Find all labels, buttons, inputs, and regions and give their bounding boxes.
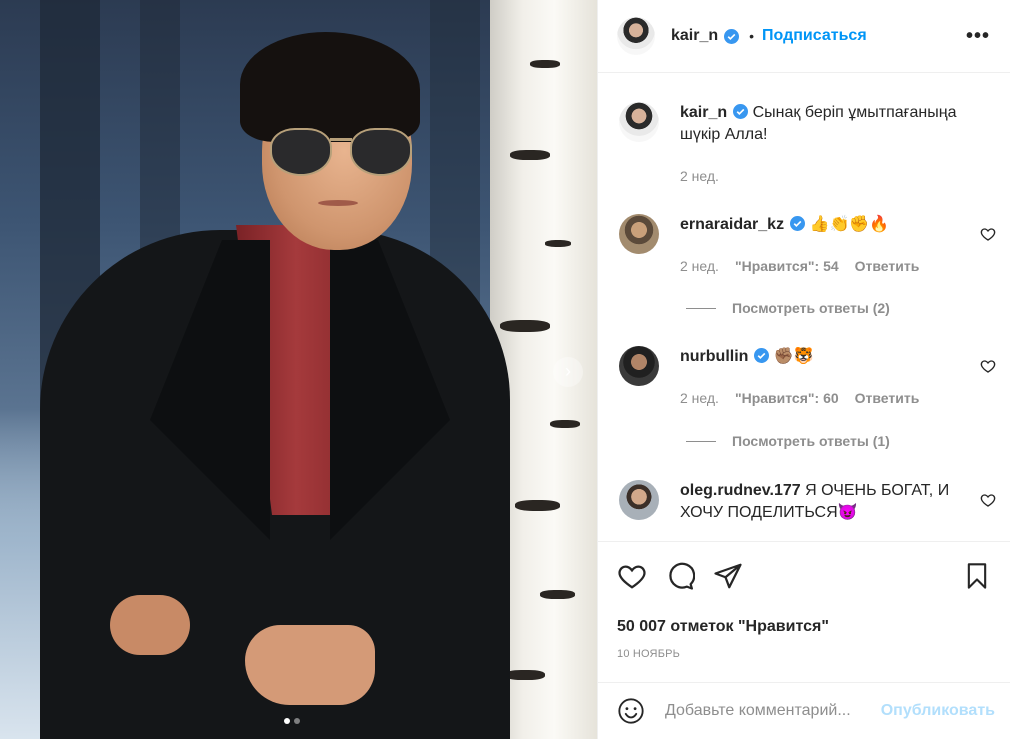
sunglasses [270,128,416,180]
separator-dot: • [749,28,755,44]
comment-meta: 2 нед. "Нравится": 60 Ответить [680,390,919,406]
view-replies-label: Посмотреть ответы (1) [732,433,890,449]
reply-button[interactable]: Ответить [855,258,920,274]
like-heart-icon[interactable] [617,561,647,591]
comment-bubble-icon[interactable] [665,561,695,591]
comment-likes[interactable]: "Нравится": 60 [735,390,839,406]
publish-button[interactable]: Опубликовать [881,702,995,720]
verified-badge-icon [733,104,749,119]
post-actions: 50 007 отметок "Нравится" 10 НОЯБРЬ [598,541,1010,660]
view-replies-button[interactable]: Посмотреть ответы (2) [686,300,890,316]
next-slide-chevron-icon[interactable]: › [553,357,583,387]
comment: oleg.rudnev.177 Я ОЧЕНЬ БОГАТ, И ХОЧУ ПО… [619,480,999,530]
verified-badge-icon [724,28,740,44]
comment: ernaraidar_kz 👍👏✊🔥 2 нед. "Нравится": 54 О… [619,214,999,274]
verified-badge-icon [790,216,806,231]
share-paper-plane-icon[interactable] [713,561,743,591]
comment-username[interactable]: nurbullin [680,348,748,365]
carousel-dot-active [284,718,290,724]
emoji-smiley-icon[interactable] [617,697,645,725]
author-username[interactable]: kair_n [671,27,718,45]
like-comment-heart-icon[interactable] [980,358,996,374]
mouth [318,200,358,206]
reply-button[interactable]: Ответить [855,390,920,406]
comment-username[interactable]: ernaraidar_kz [680,216,784,233]
commenter-avatar[interactable] [619,214,659,254]
hand [245,625,375,705]
hair [240,32,420,142]
verified-badge-icon [754,348,770,363]
likes-count[interactable]: 50 007 отметок "Нравится" [617,618,991,636]
save-bookmark-icon[interactable] [963,561,991,591]
commenter-avatar[interactable] [619,346,659,386]
comment-username[interactable]: oleg.rudnev.177 [680,482,801,499]
comment-input[interactable] [665,702,881,720]
comment-text: ✊🏽🐯 [773,348,814,365]
author-avatar[interactable] [619,102,659,142]
comments-list[interactable]: kair_n Сынақ беріп ұмытпағаныңа шүкір Ал… [598,74,1010,541]
caption-username[interactable]: kair_n [680,104,727,121]
view-replies-button[interactable]: Посмотреть ответы (1) [686,433,890,449]
hand [110,595,190,655]
caption: kair_n Сынақ беріп ұмытпағаныңа шүкір Ал… [619,102,999,192]
add-comment-bar: Опубликовать [598,682,1010,739]
post-header: kair_n • Подписаться ••• [598,0,1010,73]
like-comment-heart-icon[interactable] [980,492,996,508]
view-replies-label: Посмотреть ответы (2) [732,300,890,316]
comment-time[interactable]: 2 нед. [680,258,719,274]
comment-text: 👍👏✊🔥 [809,216,890,233]
replies-divider [686,307,716,309]
post-side-panel: kair_n • Подписаться ••• kair_n Сынақ бе… [597,0,1010,739]
replies-divider [686,440,716,442]
carousel-indicator [284,718,300,724]
caption-time[interactable]: 2 нед. [680,168,719,184]
more-options-icon[interactable]: ••• [966,25,990,48]
carousel-dot [294,718,300,724]
post-photo[interactable]: › [0,0,597,739]
follow-button[interactable]: Подписаться [762,27,867,45]
commenter-avatar[interactable] [619,480,659,520]
comment-likes[interactable]: "Нравится": 54 [735,258,839,274]
comment-meta: 2 нед. "Нравится": 54 Ответить [680,258,919,274]
comment-time[interactable]: 2 нед. [680,390,719,406]
post-date[interactable]: 10 НОЯБРЬ [617,648,991,660]
author-avatar[interactable] [617,17,655,55]
comment: nurbullin ✊🏽🐯 2 нед. "Нравится": 60 Ответи… [619,346,999,406]
like-comment-heart-icon[interactable] [980,226,996,242]
